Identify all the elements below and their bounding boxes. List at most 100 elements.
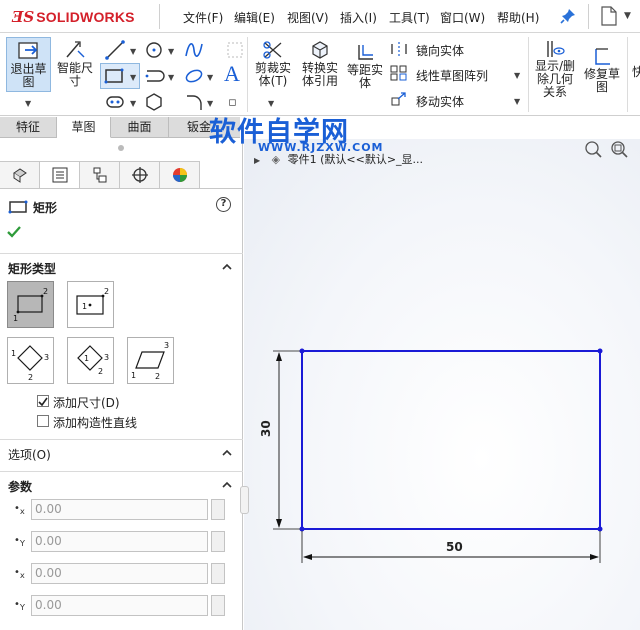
menu-tools[interactable]: 工具(T) [389, 9, 430, 26]
add-construction-lines-label[interactable]: 添加构造性直线 [53, 414, 137, 431]
panel-collapse-handle[interactable] [240, 486, 249, 514]
quick-snaps-label[interactable]: 快 [632, 63, 640, 80]
polygon-icon[interactable] [104, 91, 126, 113]
divider [0, 471, 243, 472]
options-header[interactable]: 选项(O) [8, 446, 51, 463]
parallelogram-button[interactable]: 1 2 3 [127, 337, 174, 384]
splitter-handle[interactable] [118, 145, 124, 151]
graphics-area[interactable]: ▶ ◈ 零件1 (默认<<默认>_显... 30 50 [244, 139, 640, 630]
rectangle-type-header[interactable]: 矩形类型 [8, 260, 56, 277]
line-icon[interactable] [104, 39, 126, 61]
display-relations-button[interactable]: 显示/删除几何关系 [532, 39, 578, 109]
grid-icon[interactable] [224, 39, 246, 61]
smart-dimension-button[interactable]: 智能尺寸 [53, 37, 97, 92]
spinner-button[interactable] [211, 499, 225, 520]
menu-edit[interactable]: 编辑(E) [234, 9, 275, 26]
mirror-label[interactable]: 镜向实体 [416, 42, 464, 59]
new-document-icon[interactable] [601, 6, 617, 26]
svg-text:1: 1 [13, 314, 18, 323]
move-entities-icon[interactable] [390, 91, 408, 107]
svg-text:1: 1 [82, 302, 87, 311]
slot-icon[interactable] [143, 65, 165, 87]
param-row: •x 0.00 [0, 499, 243, 523]
corner-rectangle-button[interactable]: 21 [7, 281, 54, 328]
chevron-up-icon[interactable] [221, 479, 233, 491]
chevron-down-icon[interactable]: ▼ [130, 99, 136, 108]
chevron-down-icon[interactable]: ▼ [130, 73, 136, 82]
hexagon-icon[interactable] [143, 91, 165, 113]
move-entities-label[interactable]: 移动实体 [416, 93, 464, 110]
tab-configuration-manager[interactable] [80, 161, 120, 188]
3-point-center-rectangle-button[interactable]: 1 32 [67, 337, 114, 384]
center-rectangle-button[interactable]: 12 [67, 281, 114, 328]
tab-dimxpert-manager[interactable] [120, 161, 160, 188]
mirror-icon[interactable] [390, 41, 408, 57]
3-point-corner-rectangle-button[interactable]: 1 3 2 [7, 337, 54, 384]
circle-icon[interactable] [143, 39, 165, 61]
chevron-down-icon[interactable]: ▼ [25, 99, 31, 108]
menu-help[interactable]: 帮助(H) [497, 9, 539, 26]
add-construction-lines-checkbox[interactable] [37, 415, 49, 427]
width-dimension-value[interactable]: 50 [446, 540, 463, 554]
add-dimensions-label[interactable]: 添加尺寸(D) [53, 394, 120, 411]
divider [159, 4, 160, 29]
solidworks-logo[interactable]: ƎS SOLIDWORKS [12, 6, 135, 28]
chevron-down-icon[interactable]: ▼ [514, 71, 520, 80]
command-tabs: 特征 草图 曲面 钣金 [0, 117, 240, 138]
rectangle-icon[interactable] [103, 65, 125, 87]
svg-text:2: 2 [104, 287, 109, 296]
chevron-up-icon[interactable] [221, 261, 233, 273]
chevron-down-icon[interactable]: ▼ [514, 97, 520, 106]
svg-text:2: 2 [98, 367, 103, 376]
linear-pattern-label[interactable]: 线性草图阵列 [416, 67, 488, 84]
tab-surfaces[interactable]: 曲面 [111, 117, 169, 138]
point-icon[interactable]: ▫ [228, 95, 237, 110]
chevron-down-icon[interactable]: ▼ [207, 73, 213, 82]
tab-property-manager[interactable] [40, 161, 80, 188]
chevron-down-icon[interactable]: ▼ [168, 73, 174, 82]
convert-entities-button[interactable]: 转换实体引用 [298, 37, 342, 92]
spline-icon[interactable] [183, 39, 205, 61]
help-icon[interactable]: ? [216, 197, 231, 212]
trim-entities-button[interactable]: 剪裁实体(T) [251, 37, 295, 92]
text-tool-icon[interactable]: A [224, 61, 240, 87]
parameters-header[interactable]: 参数 [8, 478, 32, 495]
add-dimensions-checkbox[interactable] [37, 395, 49, 407]
param-input[interactable]: 0.00 [31, 563, 208, 584]
chevron-down-icon[interactable]: ▼ [168, 47, 174, 56]
menu-window[interactable]: 窗口(W) [440, 9, 485, 26]
ok-check-icon[interactable] [7, 225, 21, 239]
repair-sketch-button[interactable]: 修复草图 [580, 47, 624, 102]
tab-feature-manager[interactable] [0, 161, 40, 188]
exit-sketch-button[interactable]: 退出草图 [6, 37, 51, 92]
height-dimension[interactable] [273, 350, 300, 530]
spinner-button[interactable] [211, 595, 225, 616]
menu-file[interactable]: 文件(F) [183, 9, 223, 26]
tab-features[interactable]: 特征 [0, 117, 57, 138]
spinner-button[interactable] [211, 531, 225, 552]
chevron-up-icon[interactable] [221, 447, 233, 459]
svg-text:1: 1 [131, 371, 136, 380]
spinner-button[interactable] [211, 563, 225, 584]
height-dimension-value[interactable]: 30 [259, 420, 273, 437]
linear-pattern-icon[interactable] [390, 65, 408, 81]
menu-insert[interactable]: 插入(I) [340, 9, 377, 26]
parallelogram-icon: 1 2 3 [131, 341, 169, 381]
chevron-down-icon[interactable]: ▼ [130, 47, 136, 56]
pin-icon[interactable] [560, 8, 576, 24]
sketch-rectangle[interactable] [299, 348, 603, 532]
fillet-icon[interactable] [183, 91, 205, 113]
param-input[interactable]: 0.00 [31, 499, 208, 520]
offset-entities-button[interactable]: 等距实体 [343, 43, 387, 98]
chevron-down-icon[interactable]: ▼ [624, 11, 631, 21]
chevron-down-icon[interactable]: ▼ [207, 99, 213, 108]
ellipse-icon[interactable] [183, 65, 205, 87]
center-rectangle-icon: 12 [76, 287, 109, 315]
chevron-down-icon[interactable]: ▼ [268, 99, 274, 108]
menu-view[interactable]: 视图(V) [287, 9, 329, 26]
tab-display-manager[interactable] [160, 161, 200, 188]
param-input[interactable]: 0.00 [31, 595, 208, 616]
tab-sketch[interactable]: 草图 [57, 117, 111, 138]
divider [247, 37, 248, 112]
param-input[interactable]: 0.00 [31, 531, 208, 552]
